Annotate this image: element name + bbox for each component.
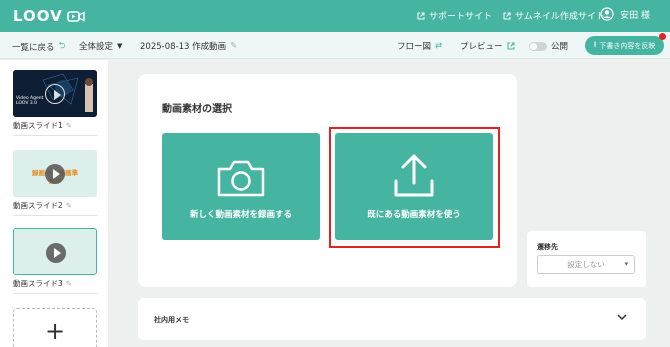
slide-thumbnail[interactable] (13, 228, 97, 275)
support-site-link[interactable]: サポートサイト (417, 9, 492, 22)
back-arrow-icon: ⮌ (58, 41, 66, 51)
reflect-draft-button[interactable]: ⭱ 下書き内容を反映 (585, 33, 666, 55)
project-title[interactable]: 2025-08-13 作成動画 ✎ (140, 40, 237, 52)
publish-label: 公開 (551, 42, 569, 52)
user-avatar-icon (600, 7, 614, 21)
preview-label: プレビュー (460, 42, 503, 52)
external-link-icon (417, 12, 425, 19)
pencil-icon[interactable]: ✎ (66, 121, 72, 130)
divider (13, 215, 97, 216)
top-bar: LOOV サポートサイト サムネイル作成サイト 安田 様 (0, 0, 670, 32)
play-icon (45, 164, 65, 184)
app-logo[interactable]: LOOV (13, 7, 85, 25)
back-to-list-button[interactable]: 一覧に戻る ⮌ (12, 40, 65, 54)
user-menu[interactable]: 安田 様 (600, 7, 650, 21)
logo-text: LOOV (13, 7, 63, 25)
transition-panel: 遷移先 設定しない ▾ (527, 231, 646, 287)
slide-item-selected[interactable]: 動画スライド3 ✎ (13, 228, 97, 289)
add-slide-button[interactable]: + (13, 308, 97, 347)
slide-sidebar: Video Agent LOOV 3.0 動画スライド1 ✎ 録画中 / 録画準… (0, 60, 108, 347)
user-name: 安田 様 (620, 10, 650, 21)
transition-select-value: 設定しない (567, 260, 605, 269)
project-title-text: 2025-08-13 作成動画 (140, 42, 227, 52)
play-icon (46, 243, 66, 263)
external-link-icon (507, 42, 515, 50)
plus-icon: + (44, 316, 66, 345)
slide-item[interactable]: Video Agent LOOV 3.0 動画スライド1 ✎ (13, 70, 97, 131)
toggle-switch[interactable] (529, 41, 547, 51)
slide-label: 動画スライド2 (13, 201, 63, 210)
flow-label: フロー図 (397, 42, 432, 52)
chevron-down-icon[interactable] (616, 311, 628, 323)
divider (13, 293, 97, 294)
pencil-icon[interactable]: ✎ (66, 279, 72, 288)
editor-toolbar: 一覧に戻る ⮌ 全体設定 ▼ 2025-08-13 作成動画 ✎ フロー図 ⇄ … (0, 32, 670, 59)
chevron-down-icon: ▾ (624, 260, 628, 268)
external-link-icon (503, 12, 511, 19)
support-site-label: サポートサイト (429, 12, 493, 22)
global-settings-dropdown[interactable]: 全体設定 ▼ (79, 40, 122, 52)
preview-button[interactable]: プレビュー (460, 40, 515, 52)
section-title: 動画素材の選択 (162, 104, 232, 115)
slide-thumbnail[interactable]: 録画中 / 録画準備中 (13, 150, 97, 197)
record-new-label: 新しく動画素材を録画する (189, 210, 292, 220)
slide-label: 動画スライド1 (13, 121, 63, 130)
back-label: 一覧に戻る (12, 43, 55, 53)
divider (13, 135, 97, 136)
pencil-icon[interactable]: ✎ (66, 201, 72, 210)
thumbnail-site-link[interactable]: サムネイル作成サイト (503, 9, 605, 22)
chevron-down-icon: ▼ (117, 42, 123, 50)
transition-title: 遷移先 (537, 243, 558, 251)
slide-thumbnail[interactable]: Video Agent LOOV 3.0 (13, 70, 97, 117)
memo-title: 社内用メモ (154, 316, 189, 324)
settings-label: 全体設定 (79, 42, 114, 52)
reflect-label: 下書き内容を反映 (599, 41, 656, 50)
camera-icon (217, 160, 265, 197)
notification-dot (659, 33, 666, 40)
play-icon (45, 84, 65, 104)
internal-memo-panel[interactable]: 社内用メモ (138, 298, 646, 340)
thumbnail-site-label: サムネイル作成サイト (515, 12, 605, 22)
highlight-box (329, 127, 500, 248)
slide-item[interactable]: 録画中 / 録画準備中 動画スライド2 ✎ (13, 150, 97, 211)
shuffle-icon: ⇄ (435, 41, 443, 51)
video-camera-icon (66, 10, 85, 22)
publish-toggle[interactable]: 公開 (529, 40, 568, 52)
transition-select[interactable]: 設定しない ▾ (537, 255, 635, 274)
flow-chart-button[interactable]: フロー図 ⇄ (397, 40, 442, 52)
slide-label: 動画スライド3 (13, 279, 63, 288)
pencil-icon[interactable]: ✎ (230, 41, 237, 51)
record-new-button[interactable]: 新しく動画素材を録画する (162, 133, 320, 240)
upload-icon: ⭱ (593, 39, 597, 49)
